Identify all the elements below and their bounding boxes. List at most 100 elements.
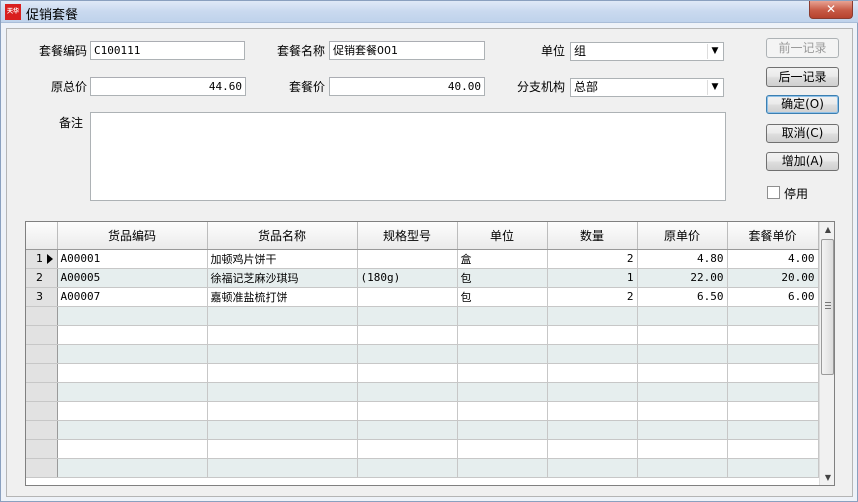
- grid-cell[interactable]: [547, 325, 638, 345]
- grid-cell[interactable]: [457, 363, 548, 383]
- grid-cell[interactable]: [547, 458, 638, 478]
- grid-cell[interactable]: [57, 325, 208, 345]
- grid-cell[interactable]: [637, 401, 728, 421]
- grid-cell[interactable]: [57, 420, 208, 440]
- grid-cell[interactable]: [357, 363, 458, 383]
- cell-code[interactable]: A00007: [57, 287, 208, 307]
- row-indicator[interactable]: [26, 401, 58, 421]
- row-indicator[interactable]: 3: [26, 287, 58, 307]
- row-indicator[interactable]: [26, 382, 58, 402]
- grid-cell[interactable]: [637, 458, 728, 478]
- grid-cell[interactable]: [57, 401, 208, 421]
- table-row[interactable]: [26, 325, 819, 345]
- grid-cell[interactable]: [207, 363, 358, 383]
- grid-cell[interactable]: [207, 420, 358, 440]
- grid-cell[interactable]: [727, 382, 819, 402]
- row-indicator[interactable]: [26, 325, 58, 345]
- table-row[interactable]: [26, 458, 819, 478]
- grid-cell[interactable]: [727, 420, 819, 440]
- grid-cell[interactable]: [457, 401, 548, 421]
- col-header-spec[interactable]: 规格型号: [357, 222, 458, 250]
- grid-cell[interactable]: [457, 306, 548, 326]
- cell-name[interactable]: 加顿鸡片饼干: [207, 249, 358, 269]
- col-header-code[interactable]: 货品编码: [57, 222, 208, 250]
- table-row[interactable]: [26, 363, 819, 383]
- grid-cell[interactable]: [547, 306, 638, 326]
- grid-cell[interactable]: [457, 439, 548, 459]
- grid-cell[interactable]: [357, 420, 458, 440]
- cell-qty[interactable]: 2: [547, 249, 638, 269]
- grid-cell[interactable]: [727, 325, 819, 345]
- cell-code[interactable]: A00001: [57, 249, 208, 269]
- unit-select[interactable]: 组 ▼: [570, 42, 724, 61]
- grid-cell[interactable]: [637, 382, 728, 402]
- cell-spec[interactable]: [357, 287, 458, 307]
- grid-cell[interactable]: [57, 458, 208, 478]
- grid-cell[interactable]: [357, 439, 458, 459]
- grid-cell[interactable]: [547, 401, 638, 421]
- cell-orig-price[interactable]: 22.00: [637, 268, 728, 288]
- col-header-unit[interactable]: 单位: [457, 222, 548, 250]
- grid-cell[interactable]: [727, 363, 819, 383]
- cell-pkg-price[interactable]: 4.00: [727, 249, 819, 269]
- grid-cell[interactable]: [727, 344, 819, 364]
- remark-textarea[interactable]: [90, 112, 726, 201]
- grid-cell[interactable]: [357, 306, 458, 326]
- cell-spec[interactable]: [357, 249, 458, 269]
- row-indicator[interactable]: [26, 458, 58, 478]
- grid-cell[interactable]: [357, 344, 458, 364]
- code-field[interactable]: C100111: [90, 41, 245, 60]
- grid-cell[interactable]: [547, 439, 638, 459]
- disabled-checkbox[interactable]: [767, 186, 780, 199]
- col-header-qty[interactable]: 数量: [547, 222, 638, 250]
- cell-code[interactable]: A00005: [57, 268, 208, 288]
- grid-cell[interactable]: [457, 344, 548, 364]
- cell-unit[interactable]: 包: [457, 268, 548, 288]
- table-row[interactable]: 1 A00001 加顿鸡片饼干 盒 2 4.80 4.00: [26, 249, 819, 269]
- col-header-name[interactable]: 货品名称: [207, 222, 358, 250]
- cancel-button[interactable]: 取消(C): [766, 124, 839, 143]
- grid-cell[interactable]: [637, 306, 728, 326]
- grid-cell[interactable]: [207, 344, 358, 364]
- grid-cell[interactable]: [57, 344, 208, 364]
- cell-spec[interactable]: (180g): [357, 268, 458, 288]
- items-grid[interactable]: 货品编码 货品名称 规格型号 单位 数量 原单价 套餐单价 1 A00001 加…: [25, 221, 835, 486]
- grid-cell[interactable]: [547, 420, 638, 440]
- price-field[interactable]: 40.00: [329, 77, 485, 96]
- scroll-down-icon[interactable]: ▼: [820, 470, 834, 485]
- close-button[interactable]: ✕: [809, 1, 853, 19]
- grid-cell[interactable]: [207, 382, 358, 402]
- grid-cell[interactable]: [727, 439, 819, 459]
- grid-cell[interactable]: [727, 306, 819, 326]
- table-row[interactable]: 3 A00007 嘉顿准盐梳打饼 包 2 6.50 6.00: [26, 287, 819, 307]
- grid-cell[interactable]: [727, 401, 819, 421]
- grid-cell[interactable]: [57, 363, 208, 383]
- grid-cell[interactable]: [357, 325, 458, 345]
- grid-cell[interactable]: [637, 439, 728, 459]
- name-field[interactable]: 促销套餐001: [329, 41, 485, 60]
- grid-cell[interactable]: [457, 420, 548, 440]
- grid-cell[interactable]: [547, 344, 638, 364]
- grid-cell[interactable]: [207, 439, 358, 459]
- branch-select[interactable]: 总部 ▼: [570, 78, 724, 97]
- cell-unit[interactable]: 盒: [457, 249, 548, 269]
- table-row[interactable]: [26, 382, 819, 402]
- row-indicator[interactable]: [26, 420, 58, 440]
- grid-cell[interactable]: [57, 382, 208, 402]
- grid-cell[interactable]: [457, 458, 548, 478]
- grid-cell[interactable]: [727, 458, 819, 478]
- cell-unit[interactable]: 包: [457, 287, 548, 307]
- grid-cell[interactable]: [207, 306, 358, 326]
- table-row[interactable]: 2 A00005 徐福记芝麻沙琪玛 (180g) 包 1 22.00 20.00: [26, 268, 819, 288]
- row-indicator[interactable]: [26, 439, 58, 459]
- cell-qty[interactable]: 2: [547, 287, 638, 307]
- grid-cell[interactable]: [357, 401, 458, 421]
- row-indicator[interactable]: [26, 344, 58, 364]
- row-indicator[interactable]: 2: [26, 268, 58, 288]
- disabled-checkbox-label[interactable]: 停用: [784, 185, 808, 202]
- vertical-scrollbar[interactable]: ▲ ▼: [819, 222, 834, 485]
- grid-cell[interactable]: [637, 363, 728, 383]
- cell-name[interactable]: 徐福记芝麻沙琪玛: [207, 268, 358, 288]
- grid-cell[interactable]: [547, 363, 638, 383]
- orig-total-field[interactable]: 44.60: [90, 77, 246, 96]
